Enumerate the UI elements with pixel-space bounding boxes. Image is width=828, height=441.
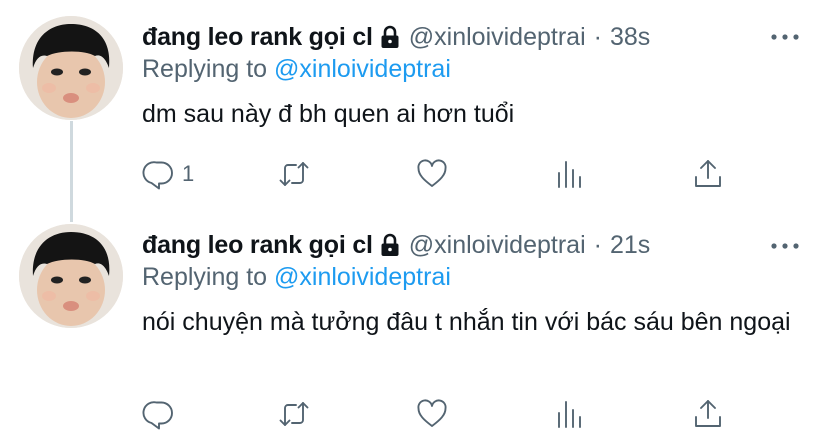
retweet-icon bbox=[279, 162, 309, 186]
reply-button[interactable] bbox=[142, 394, 182, 434]
like-icon bbox=[417, 399, 447, 427]
stats-icon bbox=[558, 401, 581, 428]
reply-icon bbox=[142, 401, 173, 430]
avatar[interactable] bbox=[19, 16, 123, 120]
analytics-button[interactable] bbox=[553, 154, 587, 194]
lock-icon bbox=[381, 233, 399, 256]
like-button[interactable] bbox=[415, 394, 449, 434]
replying-to-link[interactable]: @xinloivideptrai bbox=[274, 263, 451, 291]
stats-icon bbox=[558, 161, 581, 188]
user-handle[interactable]: @xinloivideptrai bbox=[409, 231, 586, 260]
timestamp[interactable]: 38s bbox=[610, 23, 650, 52]
tweet-actions bbox=[142, 394, 742, 434]
share-icon bbox=[695, 160, 721, 187]
tweet-text: nói chuyện mà tưởng đâu t nhắn tin với b… bbox=[142, 308, 791, 336]
reply-button[interactable]: 1 bbox=[142, 154, 194, 194]
tweet-header: đang leo rank gọi cl @xinloivideptrai · … bbox=[142, 229, 650, 261]
reply-icon bbox=[142, 161, 173, 190]
like-button[interactable] bbox=[415, 154, 449, 194]
display-name[interactable]: đang leo rank gọi cl bbox=[142, 23, 373, 52]
share-icon bbox=[695, 400, 721, 427]
replying-to-label: Replying to bbox=[142, 263, 268, 291]
tweet[interactable]: đang leo rank gọi cl @xinloivideptrai · … bbox=[0, 214, 828, 441]
avatar[interactable] bbox=[19, 224, 123, 328]
share-button[interactable] bbox=[691, 154, 725, 194]
share-button[interactable] bbox=[691, 394, 725, 434]
more-icon[interactable] bbox=[770, 32, 800, 42]
replying-to-line: Replying to @xinloivideptrai bbox=[142, 263, 451, 292]
tweet-actions: 1 bbox=[142, 154, 742, 194]
reply-count: 1 bbox=[182, 161, 195, 186]
replying-to-label: Replying to bbox=[142, 55, 268, 83]
display-name[interactable]: đang leo rank gọi cl bbox=[142, 231, 373, 260]
more-icon[interactable] bbox=[770, 241, 800, 251]
user-handle[interactable]: @xinloivideptrai bbox=[409, 23, 586, 52]
tweet-header: đang leo rank gọi cl @xinloivideptrai · … bbox=[142, 21, 650, 53]
lock-icon bbox=[381, 25, 399, 48]
timestamp[interactable]: 21s bbox=[610, 231, 650, 260]
replying-to-line: Replying to @xinloivideptrai bbox=[142, 55, 451, 84]
tweet-text: dm sau này đ bh quen ai hơn tuổi bbox=[142, 100, 515, 128]
retweet-button[interactable] bbox=[277, 154, 311, 194]
retweet-icon bbox=[279, 402, 309, 426]
separator-dot: · bbox=[593, 230, 602, 259]
analytics-button[interactable] bbox=[553, 394, 587, 434]
tweet[interactable]: đang leo rank gọi cl @xinloivideptrai · … bbox=[0, 0, 828, 214]
separator-dot: · bbox=[593, 22, 602, 51]
like-icon bbox=[417, 159, 447, 187]
retweet-button[interactable] bbox=[277, 394, 311, 434]
replying-to-link[interactable]: @xinloivideptrai bbox=[274, 55, 451, 83]
